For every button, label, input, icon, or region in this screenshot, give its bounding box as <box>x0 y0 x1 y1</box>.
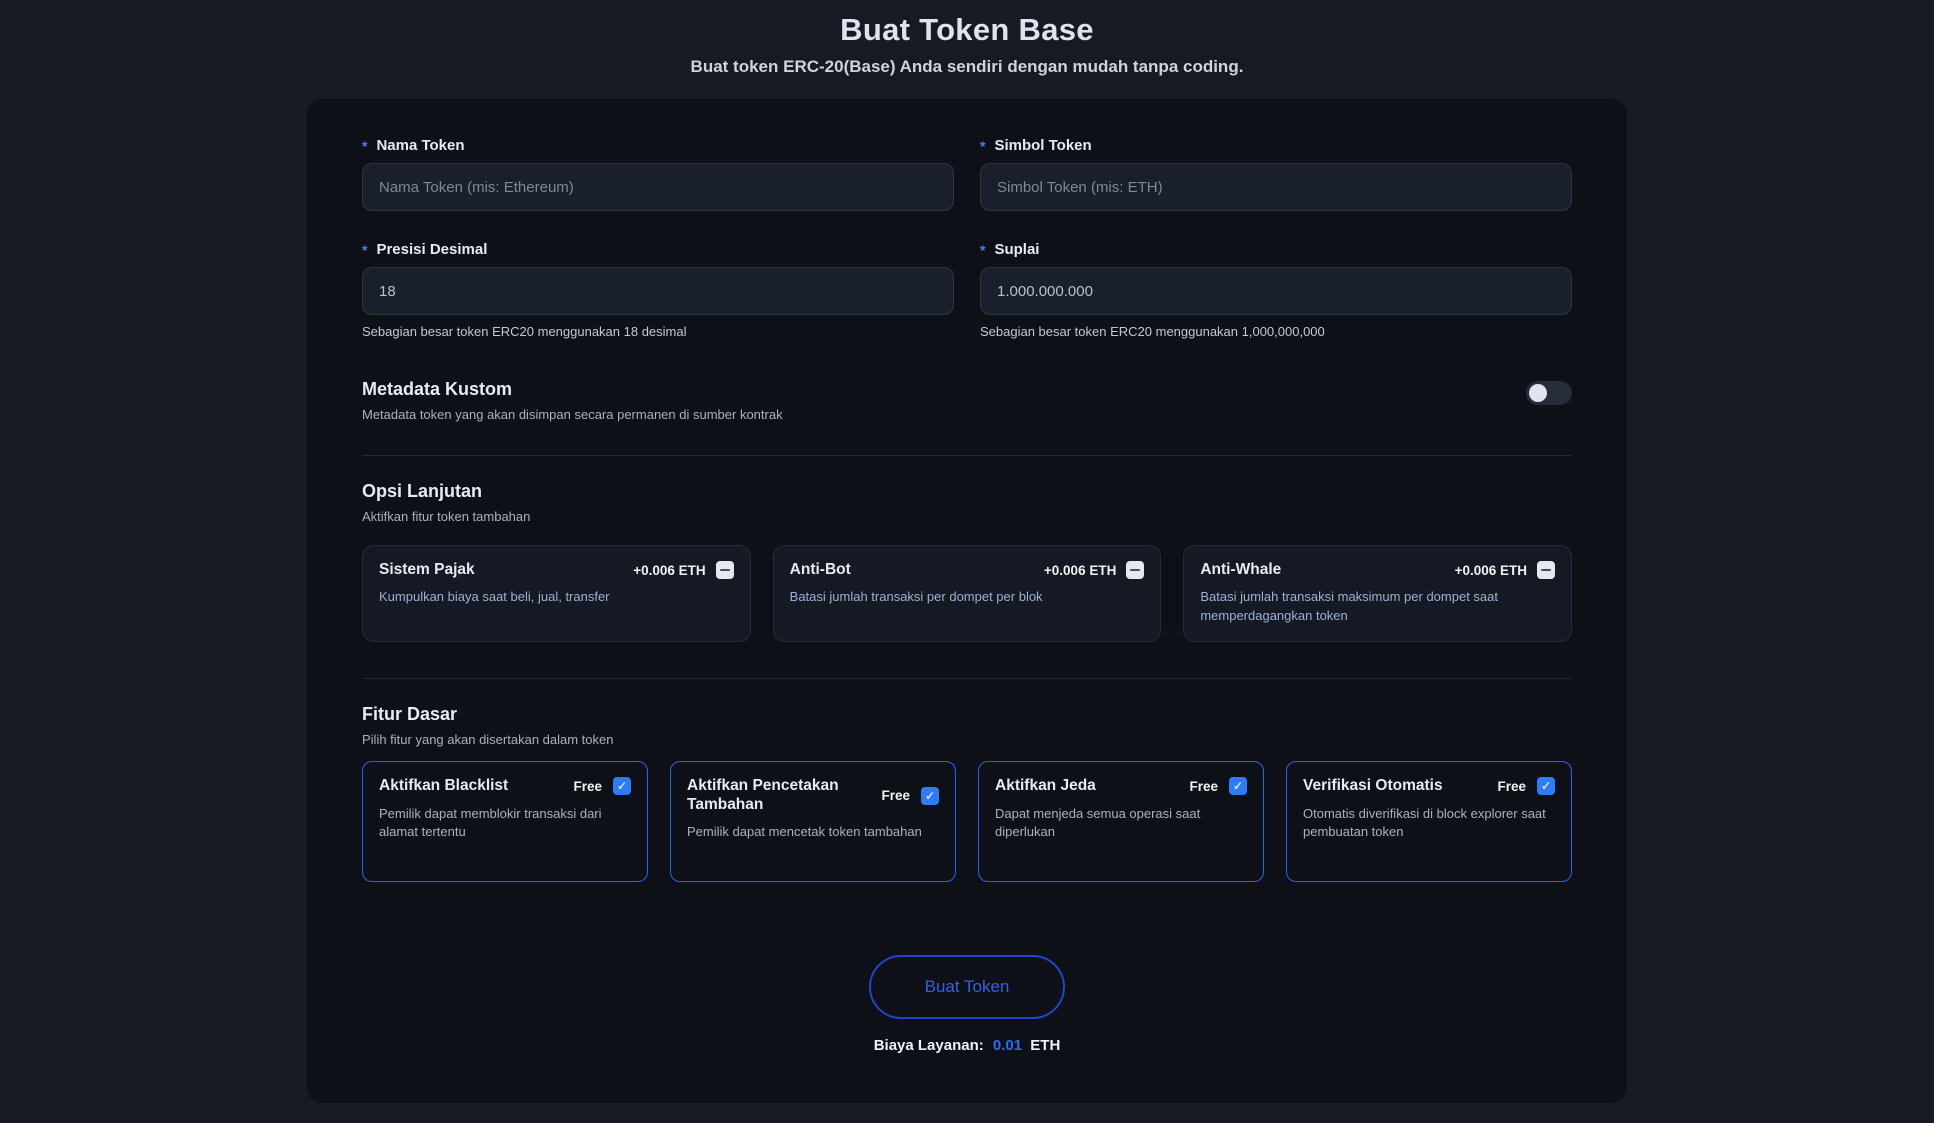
suplai-helper: Sebagian besar token ERC20 menggunakan 1… <box>980 324 1325 339</box>
feature-card-jeda[interactable]: Aktifkan Jeda Free ✓ Dapat menjeda semua… <box>978 761 1264 882</box>
feature-checkbox[interactable]: ✓ <box>921 786 939 805</box>
basic-features-subtitle: Pilih fitur yang akan disertakan dalam t… <box>362 732 614 747</box>
simbol-token-label: * Simbol Token <box>980 137 1092 154</box>
presisi-desimal-label: * Presisi Desimal <box>362 241 488 258</box>
feature-card-verifikasi-otomatis[interactable]: Verifikasi Otomatis Free ✓ Otomatis dive… <box>1286 761 1572 882</box>
service-fee-line: Biaya Layanan: 0.01 ETH <box>362 1037 1572 1054</box>
field-row-2: * Presisi Desimal Sebagian besar token E… <box>362 241 1572 339</box>
buat-token-button[interactable]: Buat Token <box>869 955 1065 1019</box>
feature-checkbox[interactable]: ✓ <box>1537 777 1555 796</box>
advanced-options-grid: Sistem Pajak +0.006 ETH Kumpulkan biaya … <box>362 545 1572 642</box>
fee-value: 0.01 <box>992 1037 1023 1054</box>
option-name: Anti-Bot <box>789 561 851 578</box>
simbol-token-input[interactable] <box>980 163 1572 211</box>
feature-card-blacklist[interactable]: Aktifkan Blacklist Free ✓ Pemilik dapat … <box>362 761 648 882</box>
check-icon: ✓ <box>1232 779 1244 794</box>
required-asterisk: * <box>362 137 368 154</box>
option-card-anti-whale[interactable]: Anti-Whale +0.006 ETH Batasi jumlah tran… <box>1183 545 1572 642</box>
token-form-card: * Nama Token * Simbol Token * Presisi De… <box>307 99 1627 1103</box>
advanced-options-title: Opsi Lanjutan <box>362 481 483 501</box>
option-price: +0.006 ETH <box>1043 562 1117 578</box>
feature-card-pencetakan-tambahan[interactable]: Aktifkan Pencetakan Tambahan Free ✓ Pemi… <box>670 761 956 882</box>
feature-price: Free <box>881 788 910 804</box>
check-icon: ✓ <box>1540 779 1552 794</box>
check-icon: ✓ <box>924 788 936 803</box>
feature-name: Verifikasi Otomatis <box>1303 777 1443 794</box>
toggle-knob-icon <box>1529 384 1547 402</box>
required-asterisk: * <box>362 241 368 258</box>
option-description: Batasi jumlah transaksi per dompet per b… <box>789 589 1043 604</box>
metadata-text: Metadata Kustom Metadata token yang akan… <box>362 379 783 422</box>
feature-checkbox[interactable]: ✓ <box>1229 777 1247 796</box>
metadata-title: Metadata Kustom <box>362 379 513 399</box>
field-simbol-token: * Simbol Token <box>980 137 1572 211</box>
submit-area: Buat Token Biaya Layanan: 0.01 ETH <box>362 955 1572 1054</box>
basic-features-title: Fitur Dasar <box>362 704 458 724</box>
field-nama-token: * Nama Token <box>362 137 954 211</box>
check-icon: ✓ <box>616 779 628 794</box>
page-header: Buat Token Base Buat token ERC-20(Base) … <box>0 0 1934 77</box>
option-price: +0.006 ETH <box>633 562 706 578</box>
minus-icon <box>1540 568 1551 572</box>
page-subtitle: Buat token ERC-20(Base) Anda sendiri den… <box>690 57 1244 76</box>
feature-price: Free <box>1189 778 1218 794</box>
page-title: Buat Token Base <box>840 12 1094 47</box>
feature-name: Aktifkan Pencetakan Tambahan <box>687 777 839 813</box>
feature-price: Free <box>573 778 602 794</box>
option-card-sistem-pajak[interactable]: Sistem Pajak +0.006 ETH Kumpulkan biaya … <box>362 545 751 642</box>
feature-description: Pemilik dapat mencetak token tambahan <box>687 824 922 840</box>
feature-checkbox[interactable]: ✓ <box>613 777 631 796</box>
advanced-options-subtitle: Aktifkan fitur token tambahan <box>362 509 531 524</box>
fee-unit: ETH <box>1030 1037 1061 1054</box>
fee-label: Biaya Layanan: <box>873 1037 984 1054</box>
metadata-section: Metadata Kustom Metadata token yang akan… <box>362 379 1572 422</box>
required-asterisk: * <box>980 137 986 154</box>
field-row-1: * Nama Token * Simbol Token <box>362 137 1572 211</box>
suplai-label: * Suplai <box>980 241 1040 258</box>
option-price: +0.006 ETH <box>1454 562 1527 578</box>
feature-name: Aktifkan Jeda <box>995 777 1096 794</box>
option-description: Kumpulkan biaya saat beli, jual, transfe… <box>379 589 610 604</box>
feature-name: Aktifkan Blacklist <box>379 777 509 794</box>
nama-token-label: * Nama Token <box>362 137 465 154</box>
option-name: Anti-Whale <box>1200 561 1282 578</box>
feature-price: Free <box>1497 778 1526 794</box>
field-presisi-desimal: * Presisi Desimal Sebagian besar token E… <box>362 241 954 339</box>
feature-description: Dapat menjeda semua operasi saat diperlu… <box>995 805 1201 840</box>
basic-features-header: Fitur Dasar Pilih fitur yang akan disert… <box>362 704 1572 747</box>
feature-description: Pemilik dapat memblokir transaksi dari a… <box>379 805 602 840</box>
option-description: Batasi jumlah transaksi maksimum per dom… <box>1200 589 1499 623</box>
metadata-toggle[interactable] <box>1526 381 1572 405</box>
option-checkbox[interactable] <box>1536 561 1555 579</box>
nama-token-input[interactable] <box>362 163 954 211</box>
section-divider <box>362 678 1572 679</box>
required-asterisk: * <box>980 241 986 258</box>
advanced-options-header: Opsi Lanjutan Aktifkan fitur token tamba… <box>362 481 1572 524</box>
metadata-description: Metadata token yang akan disimpan secara… <box>362 407 783 422</box>
presisi-desimal-input[interactable] <box>362 267 954 315</box>
basic-features-grid: Aktifkan Blacklist Free ✓ Pemilik dapat … <box>362 761 1572 882</box>
minus-icon <box>719 568 730 572</box>
feature-description: Otomatis diverifikasi di block explorer … <box>1303 805 1546 840</box>
field-suplai: * Suplai Sebagian besar token ERC20 meng… <box>980 241 1572 339</box>
minus-icon <box>1130 568 1141 572</box>
option-card-anti-bot[interactable]: Anti-Bot +0.006 ETH Batasi jumlah transa… <box>772 545 1162 642</box>
option-name: Sistem Pajak <box>379 561 475 578</box>
suplai-input[interactable] <box>980 267 1572 315</box>
option-checkbox[interactable] <box>715 561 734 579</box>
section-divider <box>362 455 1572 456</box>
option-checkbox[interactable] <box>1126 561 1145 579</box>
presisi-desimal-helper: Sebagian besar token ERC20 menggunakan 1… <box>362 324 687 339</box>
